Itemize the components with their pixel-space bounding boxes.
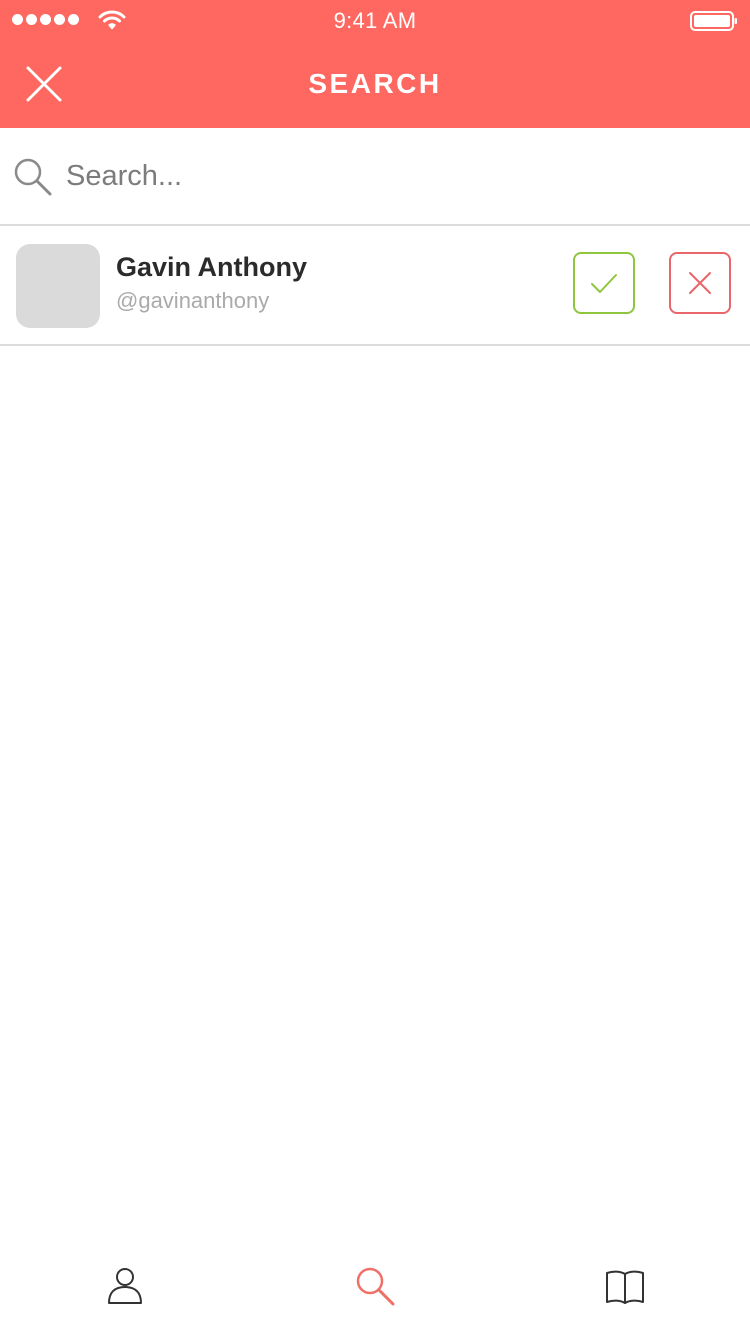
battery-icon [690,11,737,31]
search-icon [14,158,52,196]
close-icon [689,272,711,294]
decline-button[interactable] [669,252,731,314]
search-icon [356,1267,395,1306]
tab-library[interactable] [603,1264,647,1308]
status-time: 9:41 AM [333,8,417,33]
person-icon [108,1268,142,1304]
page-title: SEARCH [308,68,442,99]
avatar [16,244,100,328]
tab-search[interactable] [353,1264,397,1308]
user-name: Gavin Anthony [116,252,308,282]
accept-button[interactable] [573,252,635,314]
tab-bar [0,1236,750,1334]
search-result-row[interactable]: Gavin Anthony @gavinanthony [0,226,750,346]
status-bar: 9:41 AM [0,0,750,40]
tab-profile[interactable] [103,1264,147,1308]
app-header: 9:41 AM SEARCH [0,0,750,128]
search-bar [0,128,750,226]
search-input[interactable] [66,150,726,202]
checkmark-icon [591,274,617,293]
navigation-bar: SEARCH [0,40,750,128]
book-icon [606,1270,644,1304]
user-handle: @gavinanthony [116,288,270,313]
